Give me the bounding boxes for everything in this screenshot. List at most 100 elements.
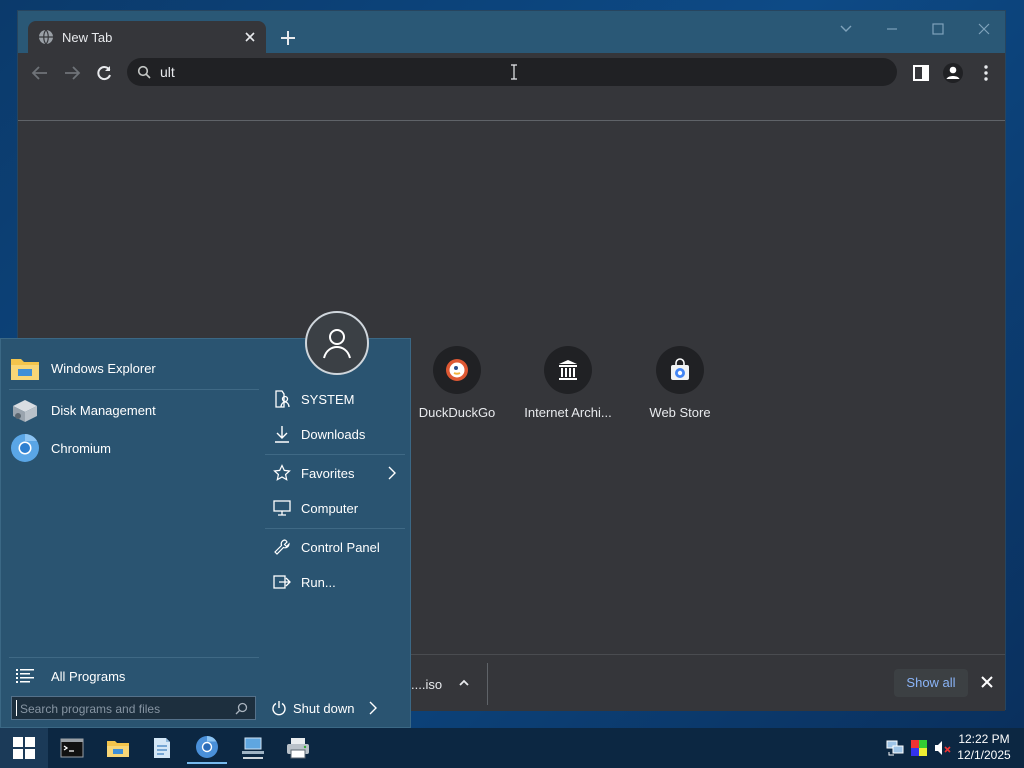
search-placeholder: Search programs and files	[20, 702, 161, 716]
power-icon	[271, 700, 287, 716]
place-label: Run...	[301, 574, 336, 590]
windows-logo-icon	[13, 737, 35, 759]
program-label: Disk Management	[51, 402, 156, 418]
wrench-icon	[271, 538, 293, 556]
monitor-icon	[271, 500, 293, 516]
clock-time: 12:22 PM	[958, 732, 1010, 746]
program-disk-management[interactable]: Disk Management	[9, 391, 259, 429]
start-menu: Windows Explorer Disk Management Chromiu…	[0, 311, 411, 728]
file-explorer-icon	[106, 738, 130, 758]
disk-management-icon	[9, 394, 41, 426]
place-label: Computer	[301, 500, 359, 516]
start-search-input[interactable]: Search programs and files	[11, 696, 256, 720]
user-folder-icon	[271, 390, 293, 408]
divider	[9, 389, 259, 390]
start-button[interactable]	[0, 728, 48, 768]
side-panel-icon[interactable]	[911, 63, 931, 83]
text-cursor-icon	[509, 64, 519, 80]
place-run[interactable]: Run...	[265, 566, 405, 598]
divider	[265, 528, 405, 529]
close-download-bar-icon[interactable]	[978, 673, 996, 691]
place-control-panel[interactable]: Control Panel	[265, 531, 405, 563]
taskbar-file-explorer[interactable]	[98, 732, 138, 764]
folder-icon	[9, 352, 41, 384]
search-icon	[137, 65, 151, 79]
program-label: Windows Explorer	[51, 360, 156, 376]
address-bar-text: ult	[160, 64, 175, 80]
shortcut-label: Internet Archi...	[524, 405, 612, 420]
chevron-right-icon[interactable]	[368, 701, 378, 715]
shortcut-label: Web Store	[649, 405, 711, 420]
shutdown-button[interactable]: Shut down	[271, 696, 391, 720]
printer-icon	[285, 736, 311, 760]
web-store-icon	[656, 346, 704, 394]
place-label: Control Panel	[301, 539, 380, 555]
taskbar: 12:22 PM 12/1/2025	[0, 728, 1024, 768]
taskbar-chromium[interactable]	[187, 732, 227, 764]
minimize-icon[interactable]	[874, 17, 910, 41]
menu-dots-icon[interactable]	[976, 63, 996, 83]
clock-date: 12/1/2025	[957, 748, 1011, 762]
download-item[interactable]: ....iso	[411, 677, 442, 692]
place-favorites[interactable]: Favorites	[265, 457, 405, 489]
all-programs-button[interactable]: All Programs	[9, 657, 259, 695]
list-icon	[9, 660, 41, 692]
show-all-button[interactable]: Show all	[894, 669, 968, 697]
reload-icon[interactable]	[94, 63, 114, 83]
duckduckgo-icon	[433, 346, 481, 394]
tab-search-icon[interactable]	[828, 17, 864, 41]
taskbar-network-pc[interactable]	[233, 732, 273, 764]
program-label: Chromium	[51, 440, 111, 456]
close-window-icon[interactable]	[966, 17, 1002, 41]
program-chromium[interactable]: Chromium	[9, 429, 259, 467]
shortcut-tile-web-store[interactable]: Web Store	[625, 346, 735, 426]
place-label: SYSTEM	[301, 391, 355, 407]
internet-archive-icon	[544, 346, 592, 394]
profile-icon[interactable]	[942, 62, 964, 84]
search-icon	[235, 702, 248, 715]
maximize-icon[interactable]	[920, 17, 956, 41]
chromium-icon	[9, 432, 41, 464]
run-icon	[271, 573, 293, 591]
tab-new-tab[interactable]: New Tab	[28, 21, 266, 53]
network-pc-icon	[240, 736, 266, 760]
notepad-icon	[151, 736, 173, 760]
taskbar-command-prompt[interactable]	[52, 732, 92, 764]
place-system[interactable]: SYSTEM	[265, 383, 405, 415]
place-downloads[interactable]: Downloads	[265, 418, 405, 450]
star-icon	[271, 464, 293, 482]
download-icon	[271, 425, 293, 443]
shortcut-tile-internet-archive[interactable]: Internet Archi...	[513, 346, 623, 426]
shortcut-label: DuckDuckGo	[418, 405, 496, 420]
new-tab-button[interactable]	[275, 25, 301, 51]
text-caret	[16, 700, 17, 716]
taskbar-notepad[interactable]	[142, 732, 182, 764]
close-tab-icon[interactable]	[242, 29, 258, 45]
shortcut-tile-duckduckgo[interactable]: DuckDuckGo	[402, 346, 512, 426]
user-avatar[interactable]	[305, 311, 369, 375]
chevron-up-icon[interactable]	[456, 675, 472, 691]
place-label: Downloads	[301, 426, 366, 442]
network-icon[interactable]	[886, 740, 904, 756]
bookmarks-bar	[18, 93, 1005, 121]
browser-toolbar: ult	[18, 53, 1005, 93]
globe-icon	[38, 29, 54, 45]
clock[interactable]: 12:22 PM 12/1/2025	[950, 731, 1018, 763]
command-prompt-icon	[60, 738, 84, 758]
back-arrow-icon[interactable]	[30, 63, 50, 83]
display-color-icon[interactable]	[911, 740, 927, 756]
divider	[265, 454, 405, 455]
taskbar-printer[interactable]	[278, 732, 318, 764]
tab-title: New Tab	[62, 30, 113, 45]
place-label: Favorites	[301, 465, 355, 481]
chromium-icon	[195, 735, 219, 759]
chevron-right-icon	[387, 466, 397, 480]
user-icon	[323, 329, 351, 359]
forward-arrow-icon[interactable]	[62, 63, 82, 83]
tab-strip: New Tab	[18, 11, 1005, 53]
address-bar[interactable]: ult	[127, 58, 897, 86]
program-windows-explorer[interactable]: Windows Explorer	[9, 349, 259, 387]
divider	[487, 663, 488, 705]
place-computer[interactable]: Computer	[265, 492, 405, 524]
all-programs-label: All Programs	[51, 668, 126, 684]
